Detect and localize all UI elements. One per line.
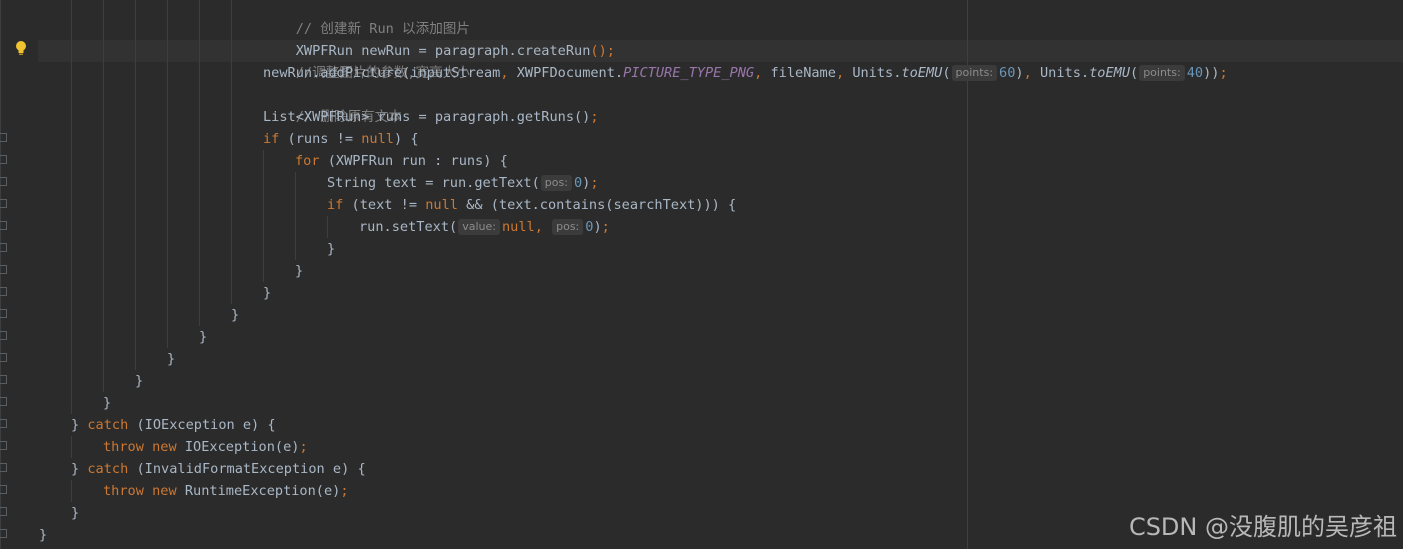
fold-marker-icon[interactable] [0, 199, 7, 208]
code-line: throw new IOException(e); [103, 439, 308, 455]
code-line: } [71, 505, 80, 521]
fold-marker-icon[interactable] [0, 243, 7, 252]
lightbulb-icon[interactable] [14, 40, 28, 56]
code-line: String text = run.getText(pos: 0); [327, 175, 599, 191]
fold-marker-icon[interactable] [0, 133, 7, 142]
code-line: } [199, 329, 208, 345]
fold-marker-icon[interactable] [0, 353, 7, 362]
code-line: XWPFRun newRun = paragraph.createRun(); [295, 43, 615, 59]
code-line: if (text != null && (text.contains(searc… [327, 197, 737, 213]
code-line: if (runs != null) { [263, 131, 419, 147]
parameter-hint: points: [1139, 65, 1185, 81]
fold-marker-icon[interactable] [0, 177, 7, 186]
fold-marker-icon[interactable] [0, 221, 7, 230]
editor-gutter[interactable] [0, 0, 38, 549]
fold-marker-icon[interactable] [0, 287, 7, 296]
code-line: } [135, 373, 144, 389]
code-line: } [231, 307, 240, 323]
fold-marker-icon[interactable] [0, 463, 7, 472]
code-editor[interactable]: // 创建新 Run 以添加图片 XWPFRun newRun = paragr… [38, 0, 1403, 549]
parameter-hint: pos: [552, 219, 584, 235]
code-line: throw new RuntimeException(e); [103, 483, 349, 499]
code-line: } [295, 263, 304, 279]
fold-marker-icon[interactable] [0, 507, 7, 516]
code-line: } [167, 351, 176, 367]
code-line: // 创建新 Run 以添加图片 [295, 21, 470, 37]
fold-marker-icon[interactable] [0, 529, 7, 538]
watermark: CSDN @没腹肌的吴彦祖 [1128, 513, 1397, 541]
fold-marker-icon[interactable] [0, 155, 7, 164]
code-line: } [103, 395, 112, 411]
code-line: // 删除原有文本 [295, 109, 402, 125]
fold-marker-icon[interactable] [0, 397, 7, 406]
fold-marker-icon[interactable] [0, 309, 7, 318]
code-line: } [327, 241, 336, 257]
code-line: run.setText(value: null, pos: 0); [359, 219, 610, 235]
fold-marker-icon[interactable] [0, 375, 7, 384]
parameter-hint: pos: [540, 175, 572, 191]
code-line: for (XWPFRun run : runs) { [295, 153, 508, 169]
code-line: //调整图片的参数,宽高大小 [295, 65, 470, 81]
code-line: newRun.addPicture(inputStream, XWPFDocum… [263, 65, 1228, 81]
code-line: List<XWPFRun> runs = paragraph.getRuns()… [263, 109, 599, 125]
code-line: } [263, 285, 272, 301]
fold-marker-icon[interactable] [0, 419, 7, 428]
parameter-hint: value: [458, 219, 500, 235]
fold-marker-icon[interactable] [0, 265, 7, 274]
code-line: } catch (IOException e) { [71, 417, 276, 433]
fold-marker-icon[interactable] [0, 441, 7, 450]
fold-marker-icon[interactable] [0, 485, 7, 494]
code-line: } catch (InvalidFormatException e) { [71, 461, 366, 477]
fold-marker-icon[interactable] [0, 331, 7, 340]
code-line: } [39, 527, 48, 543]
parameter-hint: points: [951, 65, 998, 81]
